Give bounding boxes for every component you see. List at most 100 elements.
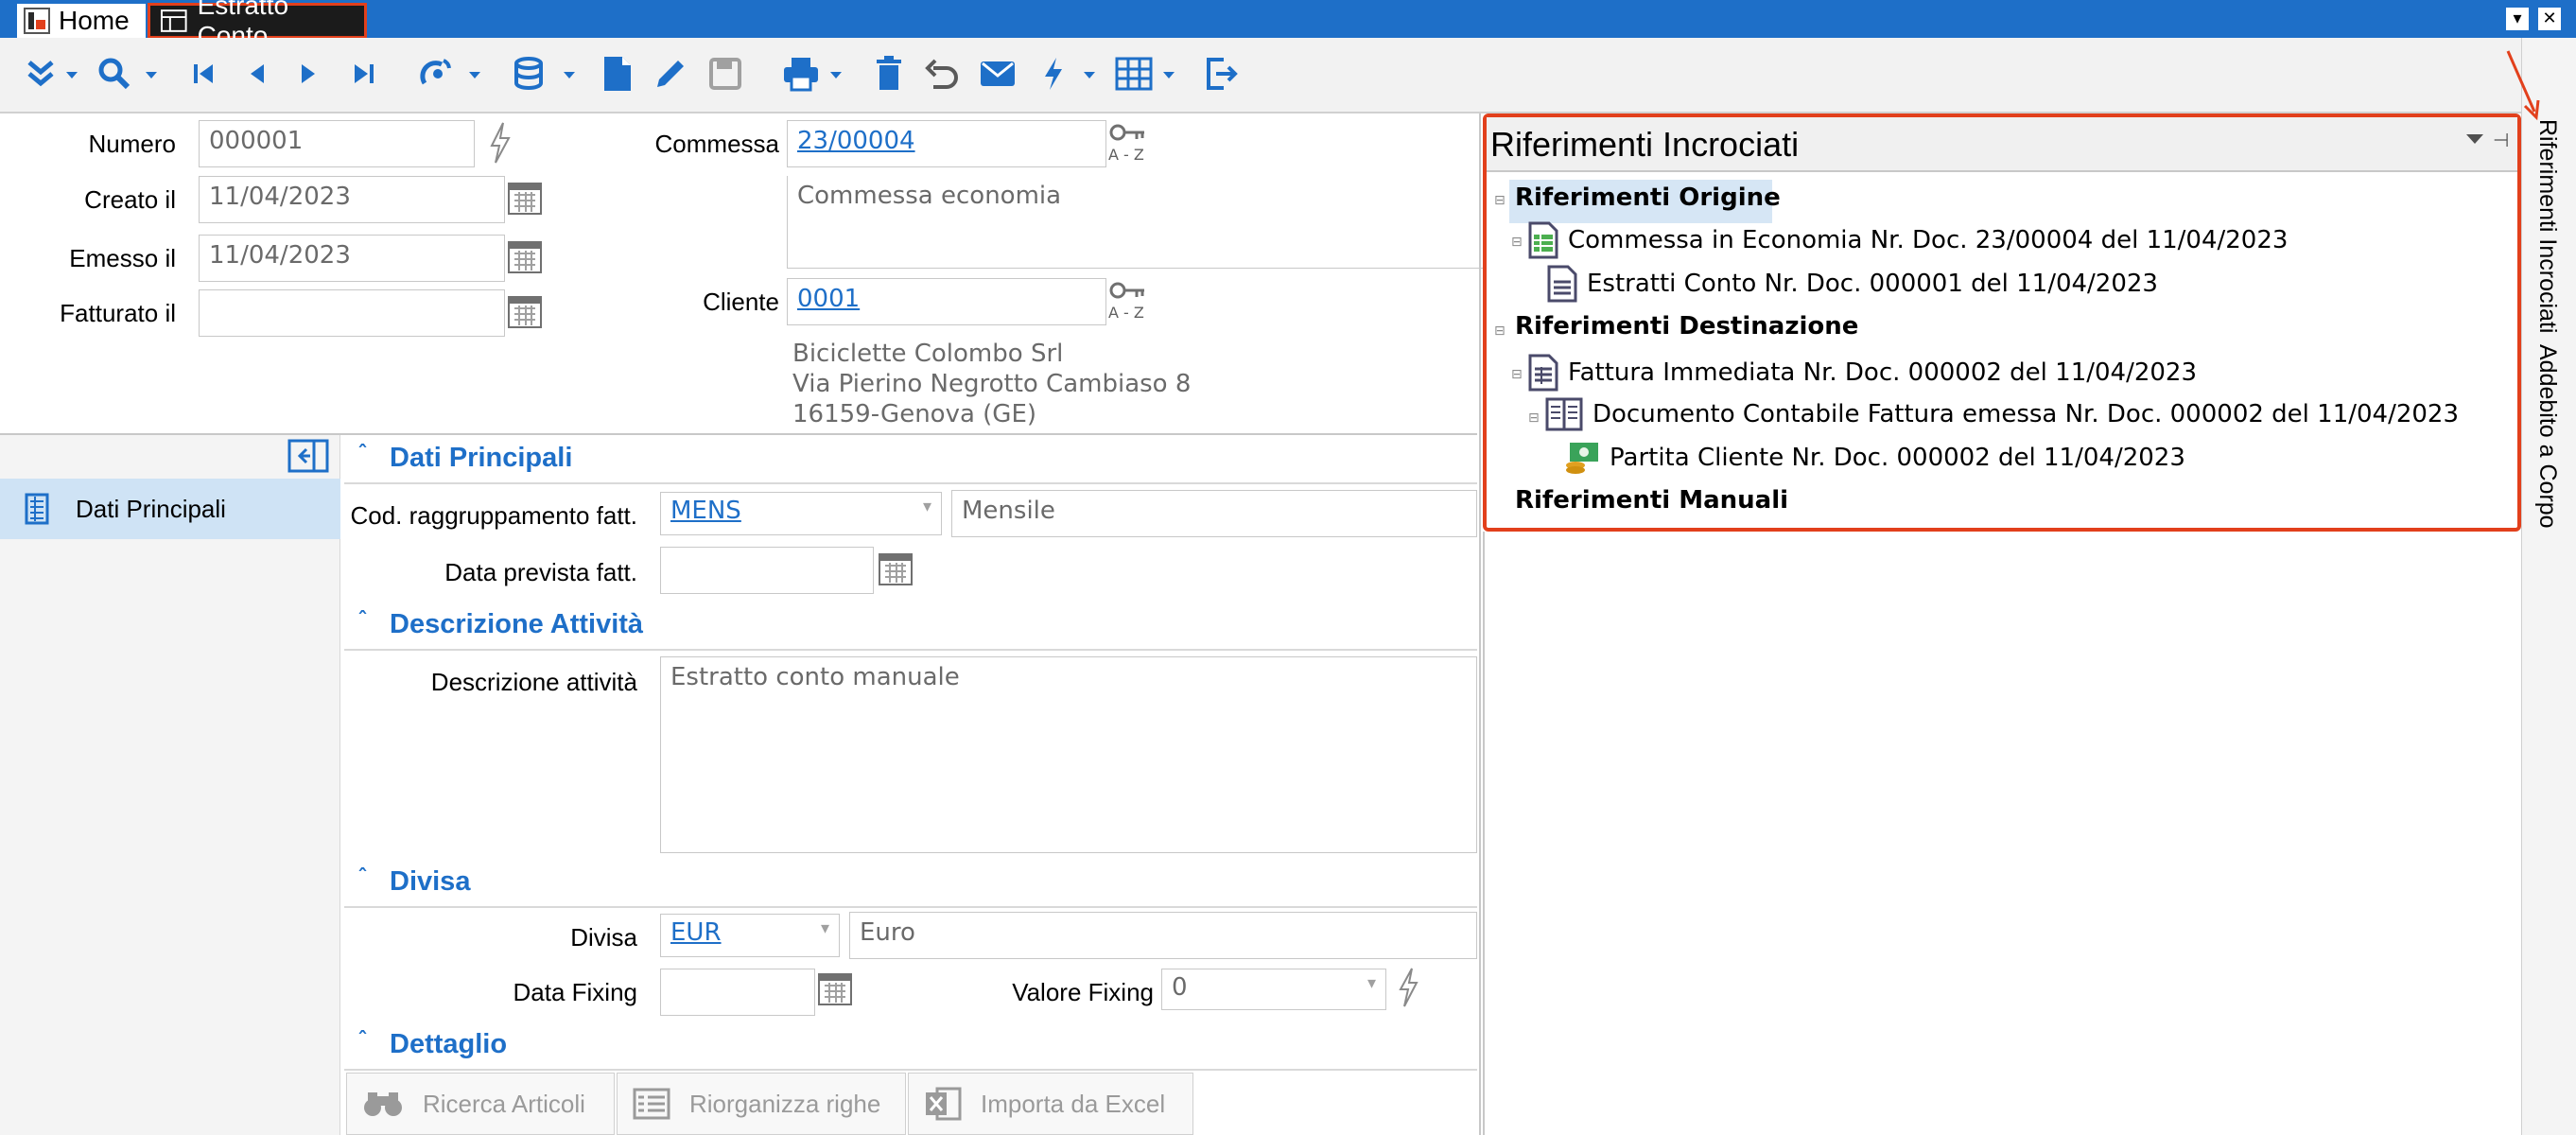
tab-estratto-conto[interactable]: Estratto Conto — [148, 0, 367, 50]
cliente-address: Via Pierino Negrotto Cambiaso 8 — [792, 370, 1192, 398]
emesso-date-field[interactable]: 11/04/2023 — [199, 235, 505, 282]
chevron-down-icon[interactable] — [469, 72, 480, 79]
creato-date-field[interactable]: 11/04/2023 — [199, 176, 505, 223]
riorganizza-righe-button[interactable]: Riorganizza righe — [617, 1073, 906, 1135]
grid-icon[interactable] — [1110, 47, 1157, 100]
tree-node-destinazione-label: Riferimenti Destinazione — [1515, 312, 1859, 340]
calendar-icon[interactable] — [507, 238, 543, 274]
nav-item-dati-principali[interactable]: Dati Principali — [0, 479, 340, 539]
calendar-icon[interactable] — [878, 550, 914, 586]
tree-node-origine-label: Riferimenti Origine — [1515, 183, 1781, 212]
collapse-section-icon[interactable]: ˆ — [357, 609, 368, 633]
valore-fixing-select[interactable]: 0 ▾ — [1161, 969, 1386, 1010]
save-icon[interactable] — [704, 47, 747, 100]
cod-raggruppamento-value[interactable]: MENS — [670, 497, 741, 525]
email-icon[interactable] — [974, 47, 1021, 100]
left-nav — [0, 435, 340, 1135]
collapse-icon[interactable] — [17, 47, 64, 100]
section-title-dettaglio[interactable]: Dettaglio — [390, 1029, 507, 1060]
chevron-down-icon[interactable]: ▾ — [821, 918, 829, 938]
previous-record-icon[interactable] — [238, 47, 276, 100]
descrizione-attivita-textarea[interactable]: Estratto conto manuale — [660, 656, 1477, 853]
chevron-down-icon[interactable] — [830, 72, 842, 79]
tree-node-fattura[interactable]: Fattura Immediata Nr. Doc. 000002 del 11… — [1528, 354, 2197, 392]
cod-raggruppamento-label: Cod. raggruppamento fatt. — [350, 501, 637, 530]
key-az-icon[interactable]: A - Z — [1108, 279, 1150, 322]
last-record-icon[interactable] — [344, 47, 382, 100]
side-tab-riferimenti-label: Riferimenti Incrociati — [2534, 119, 2561, 334]
numero-field[interactable]: 000001 — [199, 120, 475, 167]
tree-node-partita-cliente[interactable]: Partita Cliente Nr. Doc. 000002 del 11/0… — [1562, 441, 2185, 475]
chevron-down-icon[interactable] — [146, 72, 157, 79]
importa-excel-button[interactable]: Importa da Excel — [908, 1073, 1193, 1135]
lightning-icon[interactable] — [486, 121, 513, 168]
collapse-section-icon[interactable]: ˆ — [357, 866, 368, 890]
tree-expander-icon[interactable]: ⊟ — [1511, 367, 1523, 382]
calendar-icon[interactable] — [507, 293, 543, 329]
tree-node-commessa[interactable]: Commessa in Economia Nr. Doc. 23/00004 d… — [1528, 221, 2288, 259]
satellite-icon[interactable] — [412, 47, 460, 100]
side-tab-addebito[interactable]: Addebito a Corpo — [2532, 344, 2565, 529]
tree-node-documento-contabile[interactable]: Documento Contabile Fattura emessa Nr. D… — [1545, 397, 2459, 431]
chevron-down-icon[interactable]: ▾ — [923, 497, 931, 516]
collapse-section-icon[interactable]: ˆ — [357, 1029, 368, 1053]
search-icon[interactable] — [91, 47, 138, 100]
chevron-down-icon[interactable] — [66, 72, 78, 79]
chevron-down-icon[interactable] — [1084, 72, 1095, 79]
new-document-icon[interactable] — [596, 47, 639, 100]
next-record-icon[interactable] — [289, 47, 327, 100]
riferimenti-panel: Riferimenti Incrociati ⊣ ⊟ Riferimenti O… — [1483, 114, 2521, 532]
commessa-link[interactable]: 23/00004 — [797, 127, 915, 155]
divisa-value[interactable]: EUR — [670, 918, 722, 947]
tree-node-fattura-label: Fattura Immediata Nr. Doc. 000002 del 11… — [1568, 358, 2198, 387]
cliente-field[interactable]: 0001 — [787, 278, 1106, 325]
tree-expander-icon[interactable]: ⊟ — [1511, 235, 1523, 250]
side-tab-riferimenti[interactable]: Riferimenti Incrociati — [2532, 119, 2565, 337]
chevron-down-icon[interactable] — [564, 72, 575, 79]
edit-icon[interactable] — [649, 47, 692, 100]
pin-icon[interactable]: ⊣ — [2493, 129, 2509, 151]
data-prevista-field[interactable] — [660, 547, 874, 594]
chevron-down-icon[interactable]: ▾ — [1367, 973, 1376, 993]
print-icon[interactable] — [777, 47, 825, 100]
ricerca-articoli-button[interactable]: Ricerca Articoli — [346, 1073, 615, 1135]
tree-expander-icon[interactable]: ⊟ — [1494, 323, 1506, 339]
collapse-section-icon[interactable]: ˆ — [357, 443, 368, 466]
calendar-icon[interactable] — [507, 180, 543, 216]
panel-splitter[interactable] — [1479, 114, 1481, 1135]
chevron-down-icon[interactable] — [2466, 134, 2483, 144]
divisa-select[interactable]: EUR ▾ — [660, 914, 840, 957]
data-prevista-label: Data prevista fatt. — [444, 558, 637, 586]
tree-expander-icon[interactable]: ⊟ — [1494, 193, 1506, 208]
key-az-icon[interactable]: A - Z — [1108, 121, 1150, 164]
tree-node-destinazione[interactable]: Riferimenti Destinazione — [1515, 312, 1858, 340]
home-icon — [24, 8, 50, 34]
section-title-dati-principali[interactable]: Dati Principali — [390, 443, 572, 474]
section-title-descrizione[interactable]: Descrizione Attività — [390, 609, 643, 640]
section-title-divisa[interactable]: Divisa — [390, 866, 470, 898]
commessa-field[interactable]: 23/00004 — [787, 120, 1106, 167]
lightning-icon[interactable] — [1396, 967, 1420, 1012]
numero-label: Numero — [88, 130, 176, 158]
tree-node-estratti-conto[interactable]: Estratti Conto Nr. Doc. 000001 del 11/04… — [1547, 265, 2158, 303]
undo-icon[interactable] — [921, 47, 963, 100]
fatturato-date-field[interactable] — [199, 289, 505, 337]
tree-node-manuali[interactable]: Riferimenti Manuali — [1515, 486, 1788, 515]
data-fixing-field[interactable] — [660, 969, 815, 1016]
delete-icon[interactable] — [868, 47, 910, 100]
tree-expander-icon[interactable]: ⊟ — [1528, 410, 1540, 426]
first-record-icon[interactable] — [185, 47, 223, 100]
chevron-down-icon[interactable] — [1163, 72, 1175, 79]
database-icon[interactable] — [507, 47, 554, 100]
cod-raggruppamento-select[interactable]: MENS ▾ — [660, 492, 942, 535]
cliente-link[interactable]: 0001 — [797, 285, 860, 313]
collapse-panel-icon[interactable] — [287, 439, 329, 473]
tree-node-origine[interactable]: Riferimenti Origine — [1515, 183, 1781, 212]
lightning-icon[interactable] — [1035, 47, 1072, 100]
tab-home[interactable]: Home — [17, 4, 146, 38]
binoculars-icon — [364, 1092, 402, 1116]
dropdown-icon[interactable]: ▾ — [2506, 8, 2529, 30]
exit-icon[interactable] — [1197, 47, 1244, 100]
calendar-icon[interactable] — [817, 970, 853, 1006]
close-icon[interactable]: ✕ — [2538, 8, 2561, 30]
